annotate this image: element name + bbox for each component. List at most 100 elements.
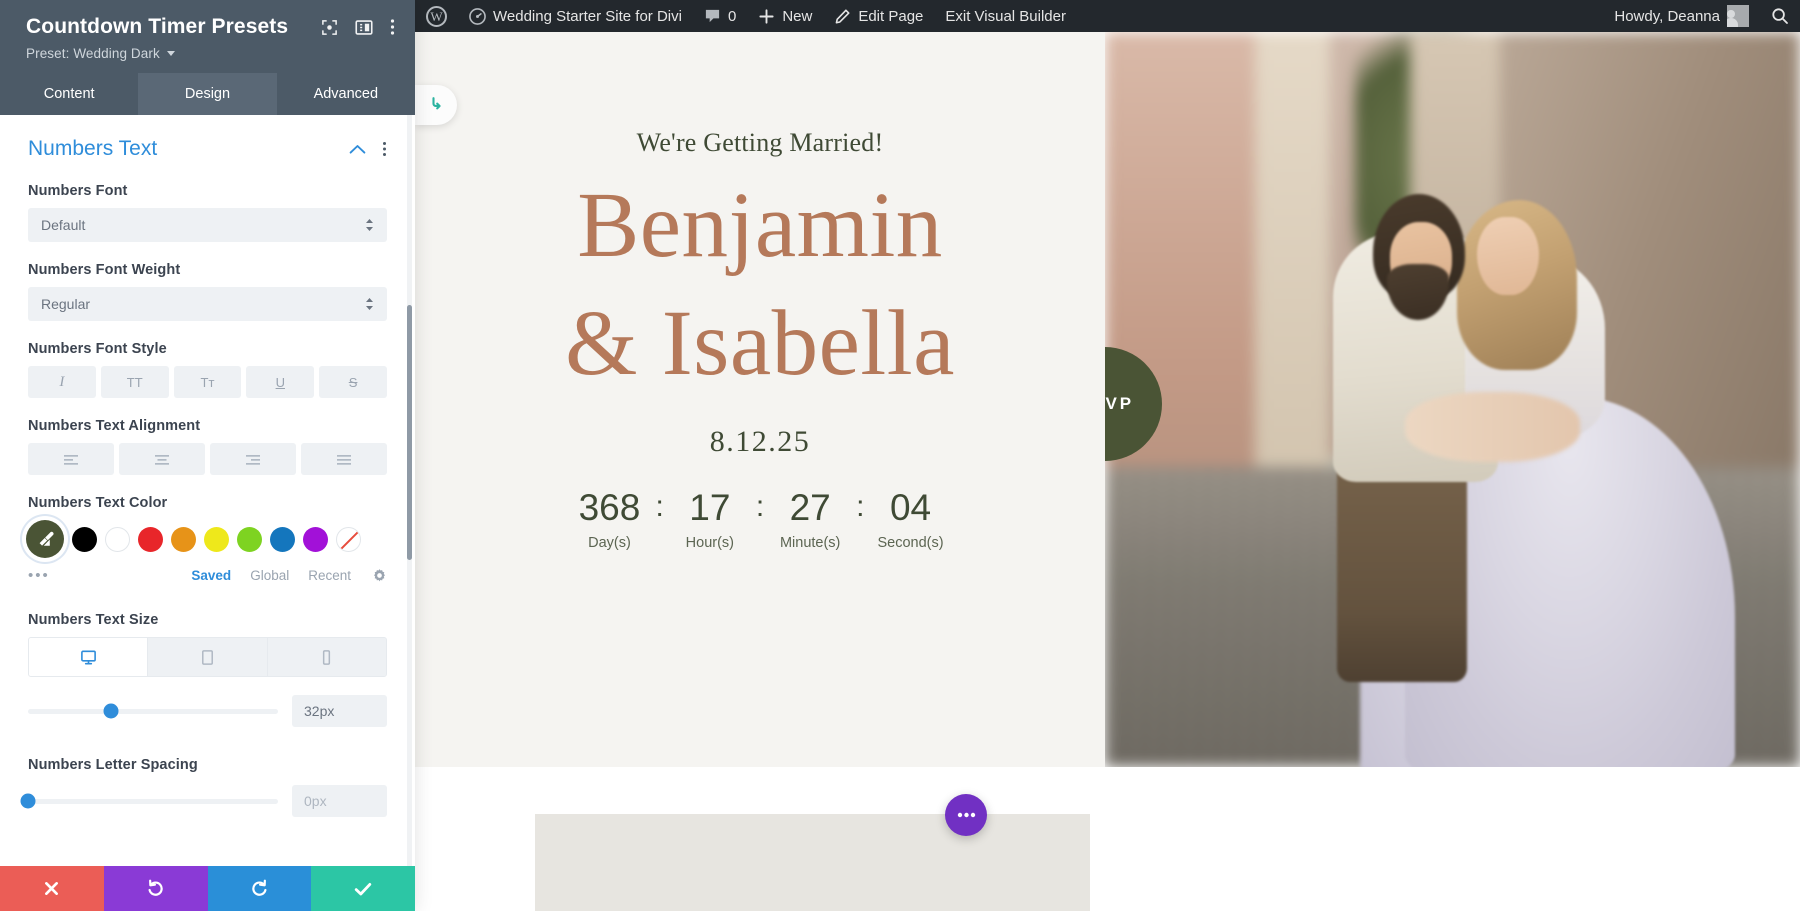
text-size-value[interactable]: 32px bbox=[292, 695, 387, 728]
slider-thumb[interactable] bbox=[20, 793, 36, 809]
admin-bar-new-label: New bbox=[782, 7, 813, 25]
countdown-label: Minute(s) bbox=[779, 535, 841, 551]
layout-panel-icon[interactable] bbox=[355, 19, 373, 36]
focus-target-icon[interactable] bbox=[321, 19, 338, 36]
text-size-slider[interactable] bbox=[28, 703, 278, 719]
color-tab-recent[interactable]: Recent bbox=[308, 568, 351, 583]
undo-arrow-icon bbox=[148, 879, 163, 896]
settings-action-bar bbox=[0, 866, 415, 911]
underline-button[interactable]: U bbox=[246, 366, 315, 399]
undo-button[interactable] bbox=[103, 866, 208, 911]
uppercase-button[interactable]: TT bbox=[100, 366, 169, 399]
countdown-value: 17 bbox=[689, 487, 731, 528]
save-button[interactable] bbox=[311, 866, 415, 911]
swatch-yellow[interactable] bbox=[204, 526, 229, 552]
color-tab-saved[interactable]: Saved bbox=[191, 568, 231, 583]
builder-fab-button[interactable] bbox=[945, 794, 987, 836]
align-right-button[interactable] bbox=[210, 443, 296, 476]
eyedropper-icon bbox=[39, 531, 54, 546]
countdown-label: Second(s) bbox=[877, 535, 944, 551]
preset-selector[interactable]: Preset: Wedding Dark bbox=[26, 46, 395, 61]
discard-button[interactable] bbox=[0, 866, 104, 911]
section-title: Numbers Text bbox=[28, 137, 158, 161]
letter-spacing-slider[interactable] bbox=[20, 793, 278, 809]
countdown-value: 27 bbox=[789, 487, 831, 528]
admin-bar-edit-page[interactable]: Edit Page bbox=[823, 0, 934, 32]
chevron-down-icon bbox=[166, 51, 175, 57]
user-avatar-icon bbox=[1727, 5, 1749, 27]
numbers-font-weight-select[interactable]: Regular bbox=[28, 287, 387, 322]
align-left-button[interactable] bbox=[28, 443, 114, 476]
select-value: Default bbox=[41, 217, 86, 234]
desktop-icon[interactable] bbox=[29, 638, 149, 677]
tab-content[interactable]: Content bbox=[0, 73, 139, 116]
plus-icon bbox=[758, 8, 775, 25]
admin-bar-comments[interactable]: 0 bbox=[693, 0, 747, 32]
numbers-font-select[interactable]: Default bbox=[28, 208, 387, 243]
swatch-purple[interactable] bbox=[303, 526, 328, 552]
kebab-menu-icon[interactable] bbox=[390, 18, 395, 36]
wordpress-logo-icon bbox=[426, 5, 447, 27]
swatch-red[interactable] bbox=[138, 526, 163, 552]
field-label: Numbers Text Alignment bbox=[28, 418, 201, 435]
small-caps-button[interactable]: Tт bbox=[173, 366, 242, 399]
settings-scroll-content: Numbers Text Numbers Font Default Number… bbox=[0, 115, 415, 857]
kebab-menu-icon[interactable] bbox=[382, 140, 387, 158]
search-icon bbox=[1771, 7, 1789, 25]
swatch-transparent[interactable] bbox=[336, 526, 361, 552]
admin-bar-wp-logo[interactable] bbox=[415, 0, 458, 32]
swatch-white[interactable] bbox=[105, 526, 130, 552]
admin-bar-site-name[interactable]: Wedding Starter Site for Divi bbox=[458, 0, 693, 32]
strikethrough-button[interactable]: S bbox=[319, 366, 387, 399]
wedding-date: 8.12.25 bbox=[709, 425, 811, 458]
more-dots-icon bbox=[957, 812, 975, 818]
countdown-unit: 04 Second(s) bbox=[867, 489, 955, 551]
content-placeholder-block bbox=[535, 814, 1090, 911]
preset-label: Preset: Wedding Dark bbox=[26, 46, 160, 62]
field-numbers-font-style: Numbers Font Style I TT Tт U S bbox=[28, 341, 387, 399]
admin-bar-site-label: Wedding Starter Site for Divi bbox=[493, 7, 682, 25]
admin-bar-search[interactable] bbox=[1760, 0, 1800, 32]
section-header: Numbers Text bbox=[28, 137, 387, 161]
panel-scrollbar-thumb[interactable] bbox=[407, 305, 412, 561]
admin-bar-comments-count: 0 bbox=[727, 7, 737, 25]
tab-design[interactable]: Design bbox=[138, 73, 277, 116]
comment-bubble-icon bbox=[704, 8, 721, 25]
countdown-value: 04 bbox=[889, 487, 932, 528]
letter-spacing-value[interactable]: 0px bbox=[292, 785, 387, 818]
return-arrow-icon bbox=[428, 95, 444, 116]
redo-button[interactable] bbox=[207, 866, 312, 911]
admin-bar-exit-label: Exit Visual Builder bbox=[945, 7, 1066, 25]
countdown-unit: 17 Hour(s) bbox=[666, 489, 754, 551]
tab-advanced[interactable]: Advanced bbox=[276, 73, 415, 116]
swatch-blue[interactable] bbox=[270, 526, 295, 552]
swatch-black[interactable] bbox=[72, 526, 97, 552]
page-title: Countdown Timer Presets bbox=[26, 15, 289, 38]
align-center-button[interactable] bbox=[119, 443, 205, 476]
countdown-timer: 368 Day(s) : 17 Hour(s) : 27 Minute(s) : bbox=[415, 489, 1105, 551]
chevron-up-icon[interactable] bbox=[349, 144, 366, 155]
color-tab-global[interactable]: Global bbox=[250, 568, 289, 583]
swatch-selected-eyedropper[interactable] bbox=[26, 520, 64, 559]
more-dots-icon[interactable]: ••• bbox=[28, 567, 50, 584]
tablet-icon[interactable] bbox=[148, 638, 268, 677]
check-icon bbox=[354, 882, 372, 895]
admin-bar-account[interactable]: Howdy, Deanna bbox=[1603, 0, 1760, 32]
module-settings-panel: Countdown Timer Presets Preset: Wedding … bbox=[0, 0, 415, 911]
field-numbers-letter-spacing: Numbers Letter Spacing 0px bbox=[20, 757, 387, 818]
return-to-builder-tab[interactable] bbox=[415, 85, 457, 125]
swatch-green[interactable] bbox=[237, 526, 262, 552]
hero-copy: We're Getting Married! Benjamin & Isabel… bbox=[415, 128, 1105, 551]
countdown-unit: 368 Day(s) bbox=[565, 489, 653, 551]
swatch-orange[interactable] bbox=[171, 526, 196, 552]
dashboard-icon bbox=[469, 7, 486, 25]
italic-button[interactable]: I bbox=[28, 366, 96, 399]
phone-icon[interactable] bbox=[267, 638, 386, 677]
slider-thumb[interactable] bbox=[103, 703, 118, 719]
countdown-value: 368 bbox=[578, 487, 641, 528]
select-value: Regular bbox=[41, 296, 91, 313]
admin-bar-new[interactable]: New bbox=[747, 0, 823, 32]
align-justify-button[interactable] bbox=[301, 443, 387, 476]
admin-bar-exit-builder[interactable]: Exit Visual Builder bbox=[934, 0, 1077, 32]
gear-icon[interactable] bbox=[372, 568, 387, 583]
